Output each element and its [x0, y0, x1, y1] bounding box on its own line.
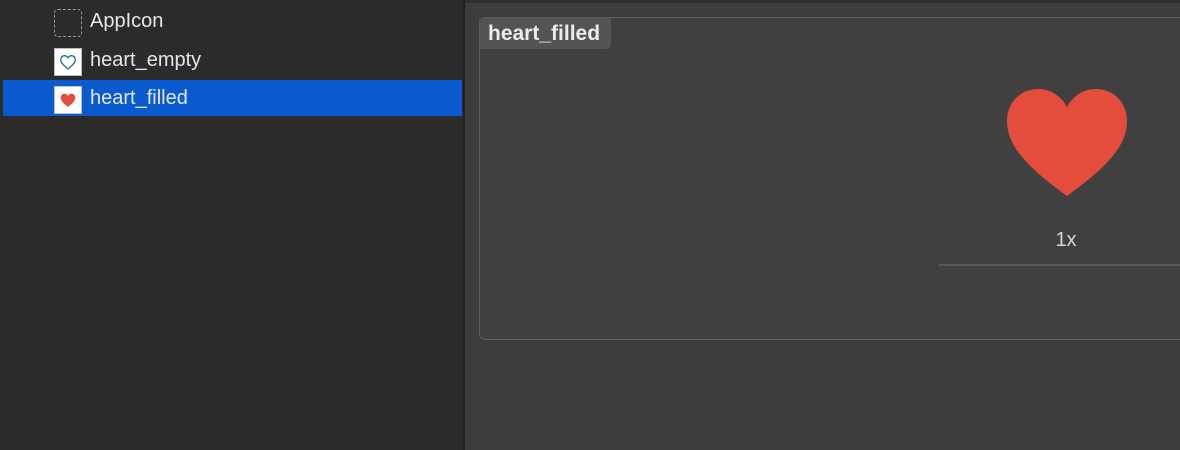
- heart-filled-thumbnail: [54, 86, 82, 114]
- asset-row-heart-empty[interactable]: heart_empty: [3, 42, 462, 78]
- asset-row-appicon[interactable]: AppIcon: [3, 3, 462, 39]
- asset-label: AppIcon: [90, 10, 164, 32]
- image-set-title: heart_filled: [480, 18, 612, 49]
- slot-scale-label: 1x: [1055, 229, 1077, 251]
- asset-label: heart_filled: [90, 87, 188, 109]
- heart-filled-icon: [1007, 89, 1127, 196]
- editor-top-border: [465, 0, 1180, 3]
- asset-row-heart-filled[interactable]: heart_filled: [3, 80, 462, 116]
- heart-filled-icon: [60, 93, 76, 107]
- asset-catalog-window: AppIcon heart_empty heart_filled heart_f…: [0, 0, 1180, 450]
- app-icon-placeholder-icon: [54, 9, 82, 37]
- heart-outline-icon: [60, 55, 76, 70]
- asset-list-sidebar: AppIcon heart_empty heart_filled: [0, 0, 463, 450]
- image-slot-1x[interactable]: [1003, 85, 1131, 201]
- heart-outline-thumbnail: [54, 48, 82, 76]
- slot-divider: [939, 264, 1180, 266]
- asset-label: heart_empty: [90, 49, 202, 71]
